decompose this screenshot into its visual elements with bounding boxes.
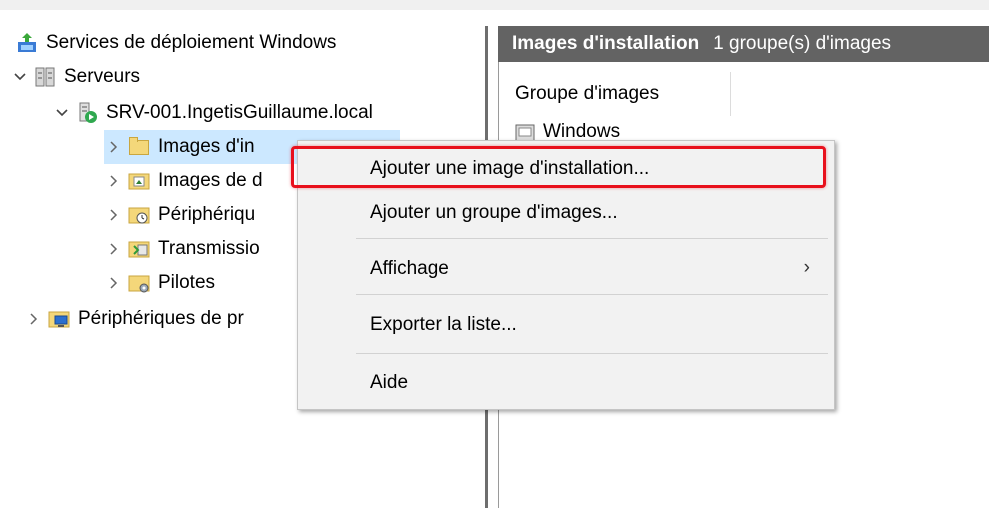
context-menu: Ajouter une image d'installation... Ajou… xyxy=(297,140,835,410)
menu-separator xyxy=(356,353,828,354)
tree-label-servers: Serveurs xyxy=(64,66,141,87)
results-header-title: Images d'installation xyxy=(512,33,700,54)
tree-label-boot-images: Images de d xyxy=(158,170,263,191)
drivers-folder-icon xyxy=(128,272,150,294)
results-header-subtitle: 1 groupe(s) d'images xyxy=(713,33,892,54)
tree-label-root: Services de déploiement Windows xyxy=(46,32,337,53)
pending-devices-folder-icon xyxy=(128,204,150,226)
chevron-right-icon[interactable] xyxy=(104,141,124,153)
chevron-right-icon[interactable] xyxy=(104,209,124,221)
menu-separator xyxy=(356,294,828,295)
boot-images-folder-icon xyxy=(128,170,150,192)
tree-label-pending-devices: Périphériqu xyxy=(158,204,256,225)
chevron-right-icon[interactable] xyxy=(104,243,124,255)
menu-item-label: Affichage xyxy=(370,258,449,279)
chevron-right-icon[interactable] xyxy=(104,175,124,187)
tree-item-boot-images[interactable]: Images de d xyxy=(104,164,263,198)
menu-item-help[interactable]: Aide xyxy=(298,363,834,403)
chevron-down-icon[interactable] xyxy=(52,109,72,117)
servers-icon xyxy=(34,66,56,88)
tree-item-pending-devices[interactable]: Périphériqu xyxy=(104,198,255,232)
tree-label-server: SRV-001.IngetisGuillaume.local xyxy=(106,102,373,123)
menu-item-export-list[interactable]: Exporter la liste... xyxy=(298,305,834,345)
chevron-right-icon[interactable] xyxy=(24,313,44,325)
column-header-label: Groupe d'images xyxy=(515,83,660,104)
menu-item-label: Aide xyxy=(370,372,409,393)
server-icon xyxy=(76,102,98,124)
multicast-folder-icon xyxy=(128,238,150,260)
tree-label-drivers: Pilotes xyxy=(158,272,216,293)
window-top-strip xyxy=(0,0,989,10)
column-header-image-group[interactable]: Groupe d'images xyxy=(499,72,731,116)
folder-icon xyxy=(128,136,150,158)
tree-label-multicast: Transmissio xyxy=(158,238,260,259)
tree-item-server[interactable]: SRV-001.IngetisGuillaume.local xyxy=(52,96,373,130)
tree-item-active-directory-devices[interactable]: Périphériques de pr xyxy=(24,302,244,336)
menu-item-label: Ajouter un groupe d'images... xyxy=(370,202,618,223)
menu-item-add-image-group[interactable]: Ajouter un groupe d'images... xyxy=(298,193,834,233)
results-header: Images d'installation 1 groupe(s) d'imag… xyxy=(498,26,989,62)
menu-separator xyxy=(356,238,828,239)
menu-item-label: Ajouter une image d'installation... xyxy=(370,158,650,179)
tree-label-install-images: Images d'in xyxy=(158,136,255,157)
tree-item-root[interactable]: Services de déploiement Windows xyxy=(10,26,336,60)
submenu-arrow-icon: › xyxy=(803,257,810,278)
prestaged-devices-icon xyxy=(48,308,70,330)
tree-item-servers[interactable]: Serveurs xyxy=(10,60,140,94)
tree-label-active-directory-devices: Périphériques de pr xyxy=(78,308,244,329)
tree-item-multicast[interactable]: Transmissio xyxy=(104,232,260,266)
menu-item-view[interactable]: Affichage › xyxy=(298,249,834,289)
chevron-right-icon[interactable] xyxy=(104,277,124,289)
wds-root-icon xyxy=(16,32,38,54)
menu-item-add-install-image[interactable]: Ajouter une image d'installation... xyxy=(298,149,834,189)
menu-item-label: Exporter la liste... xyxy=(370,314,517,335)
chevron-down-icon[interactable] xyxy=(10,73,30,81)
tree-item-drivers[interactable]: Pilotes xyxy=(104,266,215,300)
